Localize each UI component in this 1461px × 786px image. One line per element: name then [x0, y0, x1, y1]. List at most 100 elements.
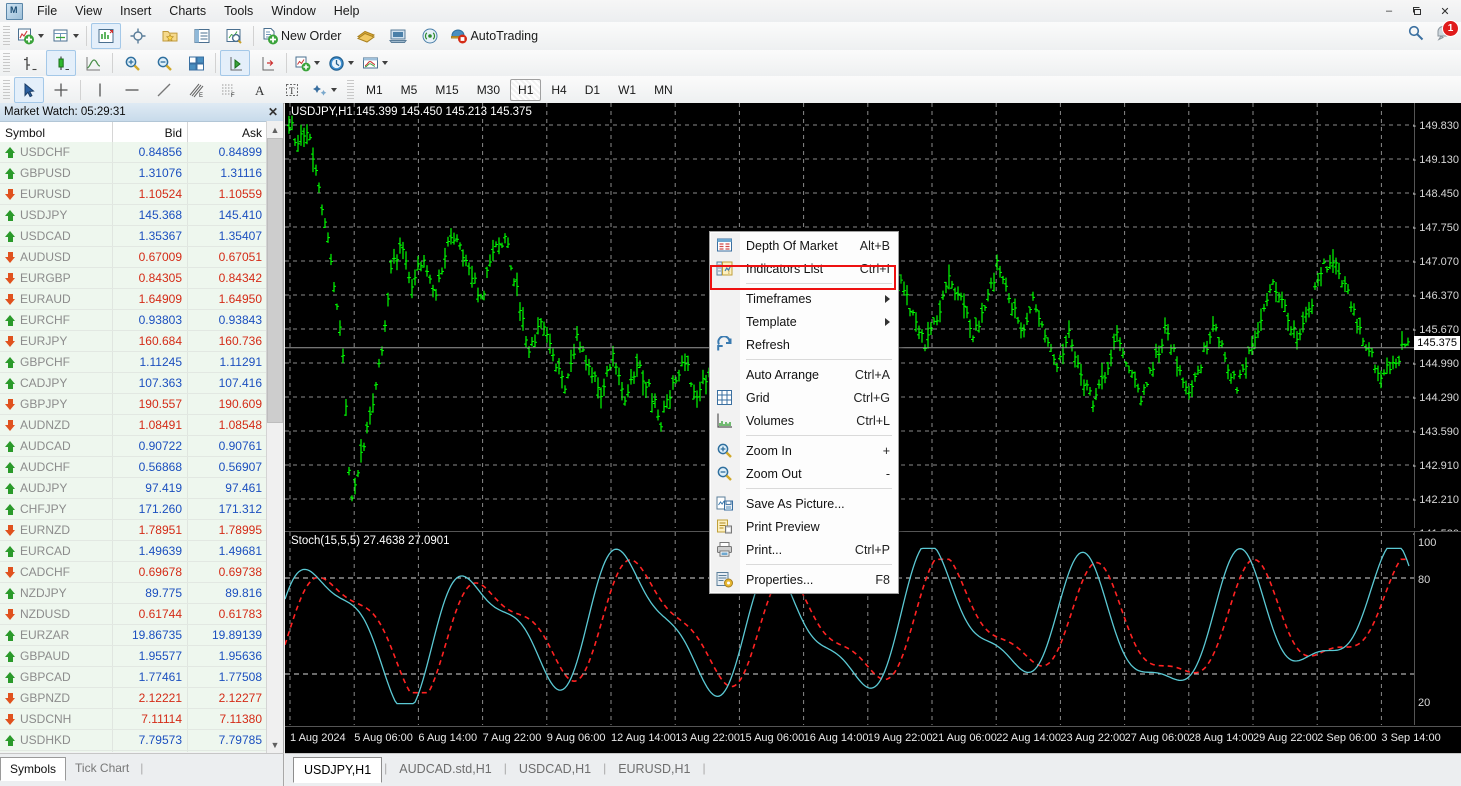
crosshair-button[interactable]: [46, 77, 76, 103]
menu-item-charts[interactable]: Charts: [160, 1, 215, 21]
shapes-button[interactable]: [309, 77, 340, 103]
column-header-ask[interactable]: Ask: [188, 122, 268, 143]
search-icon[interactable]: [1407, 24, 1425, 42]
menu-item-auto-arrange[interactable]: Auto Arrange Ctrl+A: [710, 363, 898, 386]
market-watch-row[interactable]: AUDCHF 0.56868 0.56907: [0, 457, 268, 478]
chart-tab-audcad[interactable]: AUDCAD.std,H1: [389, 757, 501, 781]
market-watch-row[interactable]: NZDJPY 89.775 89.816: [0, 583, 268, 604]
navigator-button[interactable]: [155, 23, 185, 49]
templates-button[interactable]: [359, 50, 391, 76]
market-watch-row[interactable]: CADCHF 0.69678 0.69738: [0, 562, 268, 583]
menu-item-print[interactable]: Print... Ctrl+P: [710, 538, 898, 561]
auto-scroll-button[interactable]: [220, 50, 250, 76]
market-watch-row[interactable]: AUDJPY 97.419 97.461: [0, 478, 268, 499]
menu-item-view[interactable]: View: [66, 1, 111, 21]
trendline-button[interactable]: [149, 77, 179, 103]
menu-item-window[interactable]: Window: [262, 1, 324, 21]
equidistant-channel-button[interactable]: E: [181, 77, 211, 103]
autotrading-button[interactable]: AutoTrading: [447, 23, 546, 49]
market-watch-row[interactable]: CADJPY 107.363 107.416: [0, 373, 268, 394]
fibonacci-button[interactable]: F: [213, 77, 243, 103]
scroll-up-button[interactable]: ▲: [267, 121, 283, 138]
period-button[interactable]: [325, 50, 357, 76]
maximize-button[interactable]: [1403, 1, 1431, 21]
market-watch-row[interactable]: EURNZD 1.78951 1.78995: [0, 520, 268, 541]
market-watch-row[interactable]: USDHKD 7.79573 7.79785: [0, 730, 268, 751]
strategy-tester-button[interactable]: [219, 23, 249, 49]
toolbar-grip[interactable]: [3, 26, 10, 46]
chevron-down-icon[interactable]: [331, 87, 337, 92]
market-watch-row[interactable]: AUDNZD 1.08491 1.08548: [0, 415, 268, 436]
scrollbar-thumb[interactable]: [267, 138, 283, 423]
signals-button[interactable]: [415, 23, 445, 49]
chart-tab-eurusd[interactable]: EURUSD,H1: [608, 757, 700, 781]
menu-item-print-preview[interactable]: Print Preview: [710, 515, 898, 538]
chevron-down-icon[interactable]: [382, 61, 388, 65]
market-watch-row[interactable]: USDCAD 1.35367 1.35407: [0, 226, 268, 247]
market-watch-row[interactable]: USDCNH 7.11114 7.11380: [0, 709, 268, 730]
timeframe-toolbar-grip[interactable]: [347, 79, 354, 100]
market-watch-row[interactable]: GBPAUD 1.95577 1.95636: [0, 646, 268, 667]
zoom-out-button[interactable]: [149, 50, 179, 76]
text-label-button[interactable]: T: [277, 77, 307, 103]
chart-tab-usdjpy[interactable]: USDJPY,H1: [293, 757, 383, 783]
menu-item-timeframes[interactable]: Timeframes: [710, 287, 898, 310]
market-watch-row[interactable]: NZDUSD 0.61744 0.61783: [0, 604, 268, 625]
profiles-button[interactable]: [49, 23, 82, 49]
menu-item-help[interactable]: Help: [325, 1, 369, 21]
chevron-down-icon[interactable]: [314, 61, 320, 65]
timeframe-w1[interactable]: W1: [610, 79, 644, 101]
chart-tab-usdcad[interactable]: USDCAD,H1: [509, 757, 601, 781]
menu-item-zoom-out[interactable]: Zoom Out -: [710, 462, 898, 485]
mql5-community-button[interactable]: [383, 23, 413, 49]
chevron-down-icon[interactable]: [348, 61, 354, 65]
market-watch-row[interactable]: GBPCAD 1.77461 1.77508: [0, 667, 268, 688]
market-watch-row[interactable]: USDJPY 145.368 145.410: [0, 205, 268, 226]
menu-item-refresh[interactable]: Refresh: [710, 333, 898, 356]
market-watch-row[interactable]: GBPJPY 190.557 190.609: [0, 394, 268, 415]
market-watch-row[interactable]: EURUSD 1.10524 1.10559: [0, 184, 268, 205]
line-chart-button[interactable]: [78, 50, 108, 76]
timeframe-h4[interactable]: H4: [543, 79, 574, 101]
price-scale[interactable]: - 149.830 - 149.130 - 148.450 - 147.750 - 14…: [1413, 103, 1461, 540]
market-watch-row[interactable]: GBPNZD 2.12221 2.12277: [0, 688, 268, 709]
bar-chart-button[interactable]: [14, 50, 44, 76]
tile-windows-button[interactable]: [181, 50, 211, 76]
terminal-button[interactable]: [187, 23, 217, 49]
menu-item-volumes[interactable]: Volumes Ctrl+L: [710, 409, 898, 432]
timeframe-m5[interactable]: M5: [393, 79, 426, 101]
vertical-line-button[interactable]: [85, 77, 115, 103]
timeframe-mn[interactable]: MN: [646, 79, 681, 101]
market-watch-row[interactable]: GBPUSD 1.31076 1.31116: [0, 163, 268, 184]
menu-item-zoom-in[interactable]: Zoom In +: [710, 439, 898, 462]
chevron-down-icon[interactable]: [38, 34, 44, 38]
market-watch-scrollbar[interactable]: ▲ ▼: [266, 121, 283, 753]
timeframe-m30[interactable]: M30: [469, 79, 508, 101]
market-watch-row[interactable]: GBPCHF 1.11245 1.11291: [0, 352, 268, 373]
market-watch-row[interactable]: EURCHF 0.93803 0.93843: [0, 310, 268, 331]
market-watch-row[interactable]: EURGBP 0.84305 0.84342: [0, 268, 268, 289]
data-window-button[interactable]: [123, 23, 153, 49]
market-watch-row[interactable]: AUDCAD 0.90722 0.90761: [0, 436, 268, 457]
market-watch-row[interactable]: EURJPY 160.684 160.736: [0, 331, 268, 352]
tab-symbols[interactable]: Symbols: [0, 757, 67, 781]
close-icon[interactable]: ✕: [268, 105, 278, 119]
market-watch-row[interactable]: USDCHF 0.84856 0.84899: [0, 142, 268, 163]
market-watch-rows[interactable]: USDCHF 0.84856 0.84899 GBPUSD 1.31076 1.31116…: [0, 142, 268, 752]
menu-item-properties[interactable]: Properties... F8: [710, 568, 898, 591]
timeframe-m15[interactable]: M15: [427, 79, 466, 101]
new-order-button[interactable]: New Order: [258, 23, 349, 49]
timeframe-m1[interactable]: M1: [358, 79, 391, 101]
toolbar-grip[interactable]: [3, 53, 10, 73]
menu-item-template[interactable]: Template: [710, 310, 898, 333]
chart-shift-button[interactable]: [252, 50, 282, 76]
text-button[interactable]: A: [245, 77, 275, 103]
candlestick-chart-button[interactable]: [46, 50, 76, 76]
toolbar-grip[interactable]: [3, 79, 10, 100]
column-header-bid[interactable]: Bid: [113, 122, 188, 143]
metaeditor-button[interactable]: [351, 23, 381, 49]
menu-item-depth-of-market[interactable]: Depth Of Market Alt+B: [710, 234, 898, 257]
market-watch-button[interactable]: [91, 23, 121, 49]
zoom-in-button[interactable]: [117, 50, 147, 76]
cursor-button[interactable]: [14, 76, 44, 103]
